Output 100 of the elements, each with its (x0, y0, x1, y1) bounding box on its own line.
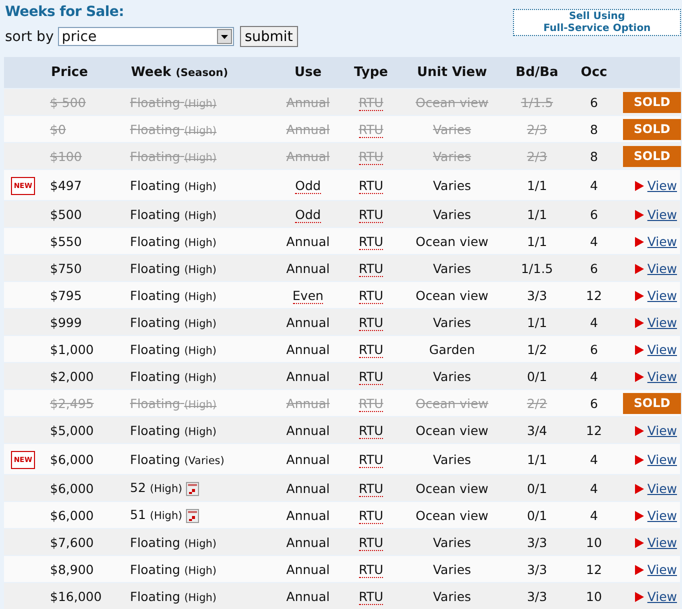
sort-dropdown[interactable]: price (58, 27, 234, 46)
unit-view: Ocean view (416, 480, 488, 496)
unit-view: Ocean view (416, 396, 488, 410)
unit-type: RTU (358, 148, 384, 164)
calendar-icon[interactable] (186, 482, 200, 496)
unit-type: RTU (358, 562, 384, 578)
sold-label: SOLD (623, 118, 681, 140)
unit-type: RTU (358, 452, 384, 468)
view-link[interactable]: View (647, 314, 677, 330)
price: $0 (50, 122, 66, 136)
price: $500 (50, 206, 82, 222)
unit-type: RTU (358, 178, 384, 194)
price: $6,000 (50, 452, 94, 466)
use: Annual (286, 260, 330, 276)
use: Annual (286, 480, 330, 496)
play-icon (635, 538, 644, 548)
price: $2,000 (50, 368, 94, 384)
price: $16,000 (50, 588, 102, 604)
view-link[interactable]: View (647, 508, 677, 522)
view-link[interactable]: View (647, 452, 677, 466)
bedrooms-baths: 2/2 (526, 396, 548, 410)
bedrooms-baths: 1/1 (526, 452, 548, 466)
view-link[interactable]: View (647, 178, 677, 192)
occupancy: 4 (590, 480, 598, 496)
bedrooms-baths: 2/3 (526, 148, 548, 164)
unit-type: RTU (358, 422, 384, 438)
use: Annual (286, 368, 330, 384)
submit-button[interactable]: submit (240, 26, 298, 47)
price: $8,900 (50, 562, 94, 576)
view-link[interactable]: View (647, 588, 677, 604)
view-link[interactable]: View (647, 368, 677, 384)
unit-view: Varies (432, 178, 472, 192)
price: $ 500 (50, 94, 86, 110)
week: Floating (High) (130, 178, 217, 192)
bedrooms-baths: 2/3 (526, 122, 548, 136)
unit-view: Varies (432, 148, 472, 164)
bedrooms-baths: 1/1 (526, 314, 548, 330)
view-link[interactable]: View (647, 422, 677, 438)
occupancy: 12 (586, 288, 602, 302)
week: Floating (High) (130, 562, 217, 576)
play-icon (635, 511, 644, 522)
use: Annual (286, 588, 330, 604)
use: Annual (286, 452, 330, 466)
unit-view: Varies (432, 260, 472, 276)
play-icon (635, 291, 644, 302)
unit-view: Ocean view (416, 288, 488, 302)
calendar-icon[interactable] (186, 508, 200, 523)
price: $795 (50, 288, 82, 302)
unit-view: Ocean view (416, 422, 488, 438)
price: $5,000 (50, 422, 94, 438)
use: Annual (286, 422, 330, 438)
unit-type: RTU (358, 94, 384, 110)
sold-label: SOLD (623, 146, 681, 166)
bedrooms-baths: 1/1.5 (520, 260, 554, 276)
sort-label: sort by (5, 28, 54, 44)
play-icon (635, 484, 644, 494)
view-link[interactable]: View (647, 534, 677, 550)
sold-label: SOLD (623, 92, 681, 112)
occupancy: 8 (590, 122, 598, 136)
view-link[interactable]: View (647, 206, 677, 222)
play-icon (635, 345, 644, 356)
bedrooms-baths: 3/3 (526, 562, 548, 576)
week: 51 (High) (130, 507, 182, 522)
occupancy: 6 (590, 206, 598, 222)
occupancy: 8 (590, 148, 598, 164)
unit-view: Varies (432, 368, 472, 384)
use: Odd (295, 178, 321, 194)
unit-type: RTU (358, 314, 384, 330)
view-link[interactable]: View (647, 342, 677, 356)
play-icon (635, 372, 644, 382)
occupancy: 6 (590, 94, 598, 110)
view-link[interactable]: View (647, 260, 677, 276)
unit-type: RTU (358, 288, 384, 304)
play-icon (635, 237, 644, 248)
price: $2,495 (50, 396, 94, 410)
occupancy: 4 (590, 314, 598, 330)
occupancy: 10 (586, 534, 602, 550)
unit-view: Varies (432, 206, 472, 222)
use: Odd (295, 206, 321, 222)
view-link[interactable]: View (647, 562, 677, 576)
unit-type: RTU (358, 234, 384, 250)
price: $497 (50, 178, 82, 192)
bedrooms-baths: 0/1 (526, 480, 548, 496)
unit-view: Varies (432, 562, 472, 576)
play-icon (635, 264, 644, 274)
sell-button[interactable]: Sell Using Full-Service Option (513, 9, 681, 36)
unit-type: RTU (358, 206, 384, 222)
occupancy: 4 (590, 234, 598, 248)
view-link[interactable]: View (647, 288, 677, 302)
unit-type: RTU (358, 368, 384, 384)
bedrooms-baths: 3/3 (526, 588, 548, 604)
view-link[interactable]: View (647, 480, 677, 496)
occupancy: 6 (590, 396, 598, 410)
unit-type: RTU (358, 508, 384, 524)
unit-type: RTU (358, 396, 384, 412)
use: Annual (286, 508, 330, 522)
column-header: Unit View (416, 65, 488, 80)
use: Annual (286, 234, 330, 248)
view-link[interactable]: View (647, 234, 677, 248)
week: Floating (High) (130, 206, 217, 222)
